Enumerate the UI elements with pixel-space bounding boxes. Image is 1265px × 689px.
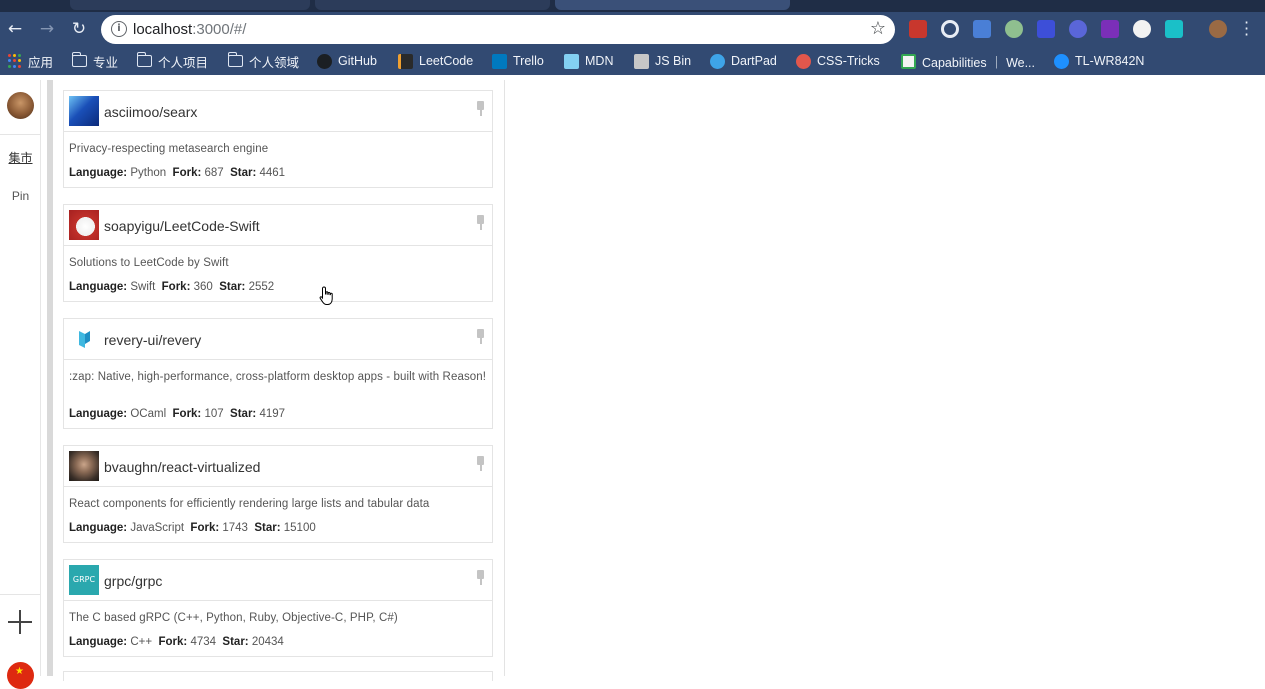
extension-shield-icon[interactable] — [1069, 20, 1087, 38]
browser-tab-active[interactable] — [555, 0, 790, 10]
repo-description: React components for efficiently renderi… — [69, 498, 430, 510]
extension-target-icon[interactable] — [941, 20, 959, 38]
scrollbar-track[interactable] — [47, 80, 53, 676]
repo-name[interactable]: soapyigu/LeetCode-Swift — [104, 218, 260, 234]
mdn-icon — [564, 53, 579, 69]
repo-card-header: revery-ui/revery — [64, 319, 492, 360]
bookmark-mdn[interactable]: MDN — [564, 53, 613, 69]
bookmark-folder[interactable]: 个人领域 — [227, 52, 299, 70]
bookmark-leetcode[interactable]: LeetCode — [398, 53, 473, 69]
extension-rp-icon[interactable] — [1101, 20, 1119, 38]
repo-card[interactable]: asciimoo/searx Privacy-respecting metase… — [63, 90, 493, 188]
extension-translate-icon[interactable] — [973, 20, 991, 38]
bookmark-folder[interactable]: 专业 — [71, 52, 118, 70]
repo-card-header: bvaughn/react-virtualized — [64, 446, 492, 487]
bookmark-github[interactable]: GitHub — [317, 53, 377, 69]
repo-card-header: soapyigu/LeetCode-Swift — [64, 205, 492, 246]
repo-name[interactable]: asciimoo/searx — [104, 104, 197, 120]
reload-icon[interactable]: ↻ — [69, 19, 89, 39]
bookmark-apps[interactable]: 应用 — [8, 53, 53, 70]
profile-icon[interactable] — [1209, 20, 1227, 38]
repo-card[interactable] — [63, 671, 493, 681]
pin-icon[interactable] — [476, 215, 485, 230]
leetcode-icon — [398, 53, 413, 69]
extension-cyan-icon[interactable] — [1165, 20, 1183, 38]
bookmark-star-icon[interactable]: ☆ — [870, 18, 886, 39]
repo-card[interactable]: soapyigu/LeetCode-Swift Solutions to Lee… — [63, 204, 493, 302]
user-avatar[interactable] — [7, 92, 34, 119]
browser-tab[interactable] — [315, 0, 550, 10]
repo-meta: Language: Swift Fork: 360 Star: 2552 — [69, 281, 275, 293]
bookmark-capabilities[interactable]: Capabilities ｜ We... — [901, 53, 1035, 70]
repo-card-header: asciimoo/searx — [64, 91, 492, 132]
forward-icon[interactable]: → — [37, 19, 57, 39]
bookmarks-bar: 应用 专业 个人项目 个人领域 GitHub LeetCode Trello M… — [0, 47, 1265, 75]
extension-red-icon[interactable] — [909, 20, 927, 38]
baymax-avatar — [69, 210, 99, 240]
app-sidebar: 集市 Pin ★ — [0, 80, 41, 689]
site-info-icon[interactable]: i — [111, 21, 127, 37]
repo-meta: Language: OCaml Fork: 107 Star: 4197 — [69, 408, 286, 420]
folder-icon — [227, 52, 243, 67]
url-text[interactable]: localhost:3000/#/ — [133, 21, 246, 38]
tp-link-icon — [1054, 53, 1069, 69]
pin-icon[interactable] — [476, 101, 485, 116]
bookmark-folder[interactable]: 个人项目 — [136, 52, 208, 70]
bookmark-tp-link[interactable]: TL-WR842N — [1054, 53, 1144, 69]
repo-card[interactable]: GRPC grpc/grpc The C based gRPC (C++, Py… — [63, 559, 493, 657]
divider — [0, 594, 41, 595]
address-bar[interactable]: i localhost:3000/#/ ☆ — [101, 15, 895, 44]
github-icon — [317, 53, 332, 69]
trello-icon — [492, 53, 507, 69]
pin-icon[interactable] — [476, 456, 485, 471]
browser-menu-icon[interactable]: · · · — [1244, 15, 1249, 43]
repo-meta: Language: C++ Fork: 4734 Star: 20434 — [69, 636, 284, 648]
sonic-avatar — [69, 96, 99, 126]
repo-meta: Language: Python Fork: 687 Star: 4461 — [69, 167, 286, 179]
jsbin-icon — [634, 53, 649, 69]
repo-meta: Language: JavaScript Fork: 1743 Star: 15… — [69, 522, 316, 534]
hand-cursor-icon — [319, 286, 333, 305]
pin-icon[interactable] — [476, 570, 485, 585]
extension-green-dot-icon[interactable] — [1005, 20, 1023, 38]
repo-card-header: GRPC grpc/grpc — [64, 560, 492, 601]
person-avatar — [69, 451, 99, 481]
repo-name[interactable]: bvaughn/react-virtualized — [104, 459, 260, 475]
bookmark-jsbin[interactable]: JS Bin — [634, 53, 691, 69]
back-icon[interactable]: ← — [5, 19, 25, 39]
tab-strip — [0, 0, 1265, 12]
folder-icon — [71, 52, 87, 67]
divider — [0, 134, 41, 135]
bookmark-trello[interactable]: Trello — [492, 53, 544, 69]
bookmark-dartpad[interactable]: DartPad — [710, 53, 777, 69]
add-icon[interactable] — [8, 610, 32, 634]
grpc-logo: GRPC — [69, 565, 99, 595]
repo-name[interactable]: revery-ui/revery — [104, 332, 201, 348]
pin-icon[interactable] — [476, 329, 485, 344]
sidebar-item-market[interactable]: 集市 — [0, 149, 41, 166]
dartpad-icon — [710, 53, 725, 69]
repo-description: The C based gRPC (C++, Python, Ruby, Obj… — [69, 612, 398, 624]
repo-name[interactable]: grpc/grpc — [104, 573, 162, 589]
repo-card[interactable]: bvaughn/react-virtualized React componen… — [63, 445, 493, 543]
extension-blue-icon[interactable] — [1037, 20, 1055, 38]
apps-grid-icon — [8, 54, 22, 68]
revery-logo — [79, 331, 90, 348]
repo-description: :zap: Native, high-performance, cross-pl… — [69, 371, 487, 383]
bookmark-css-tricks[interactable]: CSS-Tricks — [796, 53, 880, 69]
browser-toolbar: ← → ↻ i localhost:3000/#/ ☆ · · · — [0, 12, 1265, 47]
column-divider — [504, 80, 505, 676]
repo-card[interactable]: revery-ui/revery :zap: Native, high-perf… — [63, 318, 493, 429]
extension-white-icon[interactable] — [1133, 20, 1151, 38]
browser-tab[interactable] — [70, 0, 310, 10]
capabilities-icon — [901, 53, 916, 69]
sidebar-item-pin[interactable]: Pin — [0, 189, 41, 203]
folder-icon — [136, 52, 152, 67]
repo-description: Solutions to LeetCode by Swift — [69, 257, 229, 269]
css-tricks-icon — [796, 53, 811, 69]
repo-description: Privacy-respecting metasearch engine — [69, 143, 269, 155]
